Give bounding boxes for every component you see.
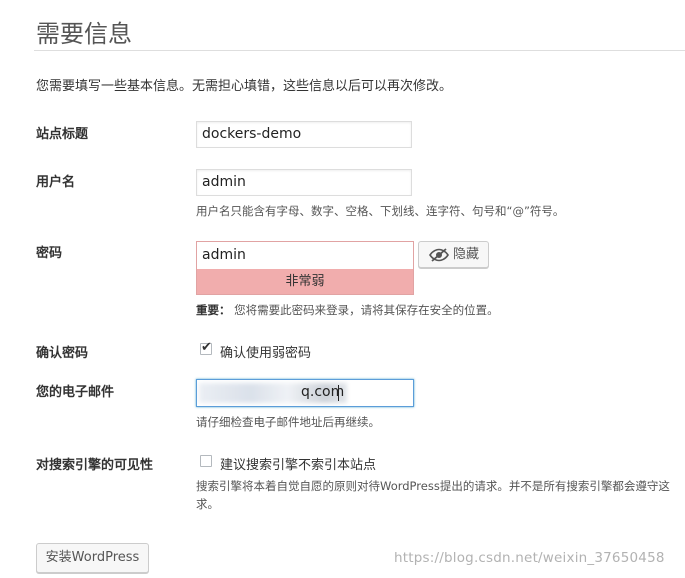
username-hint: 用户名只能含有字母、数字、空格、下划线、连字符、句号和“@”符号。: [196, 204, 565, 218]
site-title-label: 站点标题: [36, 127, 89, 142]
site-title-input[interactable]: dockers-demo: [196, 121, 412, 148]
install-page: 需要信息 您需要填写一些基本信息。无需担心填错，这些信息以后可以再次修改。 站点…: [0, 0, 685, 578]
discourage-search-checkbox[interactable]: [200, 455, 212, 467]
install-wordpress-button[interactable]: 安装WordPress: [36, 543, 149, 573]
search-visibility-label: 对搜索引擎的可见性: [36, 458, 154, 473]
password-field: admin 非常弱: [196, 241, 414, 295]
email-hint: 请仔细检查电子邮件地址后再继续。: [196, 415, 380, 429]
password-strength-indicator: 非常弱: [197, 269, 413, 294]
username-input[interactable]: admin: [196, 169, 412, 196]
text-caret: [338, 385, 339, 401]
email-input[interactable]: q.com: [196, 379, 414, 407]
eye-slash-icon: [429, 248, 449, 262]
intro-text: 您需要填写一些基本信息。无需担心填错，这些信息以后可以再次修改。: [36, 79, 453, 94]
password-note-text: 您将需要此密码来登录，请将其保存在安全的位置。: [234, 303, 499, 317]
hide-password-button[interactable]: 隐藏: [418, 241, 489, 268]
search-visibility-hint-line1: 搜索引擎将本着自觉自愿的原则对待WordPress提出的请求。并不是所有搜索引擎…: [196, 479, 670, 493]
heading-divider: [34, 50, 685, 51]
password-label: 密码: [36, 246, 63, 261]
confirm-weak-password-checkbox[interactable]: ✔: [200, 340, 212, 355]
username-label: 用户名: [36, 175, 76, 190]
checkmark-icon: ✔: [201, 340, 212, 355]
confirm-weak-password-label: 确认使用弱密码: [220, 346, 312, 361]
password-note: 重要： 您将需要此密码来登录，请将其保存在安全的位置。: [196, 302, 499, 318]
password-input[interactable]: admin: [197, 242, 413, 269]
password-note-strong: 重要：: [196, 303, 231, 317]
email-label: 您的电子邮件: [36, 385, 115, 400]
search-visibility-hint-line2: 求。: [196, 497, 219, 511]
confirm-password-label: 确认密码: [36, 346, 89, 361]
page-heading: 需要信息: [36, 20, 132, 48]
watermark-text: https://blog.csdn.net/weixin_37650458: [394, 550, 665, 566]
hide-button-label: 隐藏: [453, 247, 480, 262]
discourage-search-label: 建议搜索引擎不索引本站点: [220, 458, 377, 473]
